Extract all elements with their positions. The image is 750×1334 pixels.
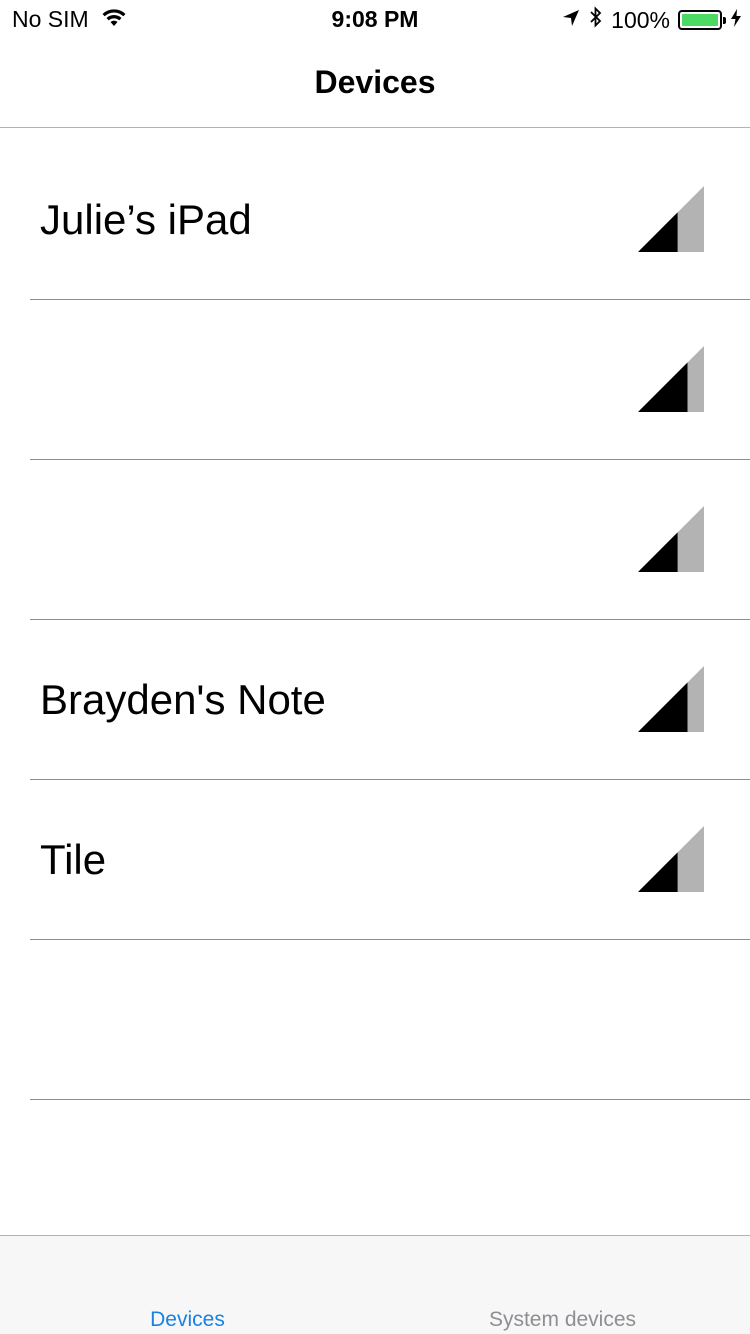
device-row[interactable]: Julie’s iPad xyxy=(0,140,750,300)
signal-strength-icon xyxy=(638,506,704,572)
battery-percent: 100% xyxy=(611,6,670,33)
signal-filled-portion xyxy=(638,212,678,252)
device-row[interactable] xyxy=(0,460,750,620)
location-arrow-icon xyxy=(561,7,581,34)
signal-strength-icon xyxy=(638,666,704,732)
battery-nub xyxy=(723,17,726,24)
device-row[interactable] xyxy=(0,940,750,1100)
device-list: Julie’s iPad Brayden's Note Tile xyxy=(0,140,750,1100)
page-title: Devices xyxy=(314,64,436,100)
tab-bar: Devices System devices xyxy=(0,1235,750,1334)
signal-filled-portion xyxy=(638,532,678,572)
device-name: Tile xyxy=(40,836,107,883)
device-name: Julie’s iPad xyxy=(40,196,252,243)
screen: No SIM 9:08 PM 100% Devices Julie’s iPad… xyxy=(0,0,750,1334)
charging-bolt-icon xyxy=(730,7,742,34)
signal-strength-icon xyxy=(638,826,704,892)
device-row[interactable] xyxy=(0,300,750,460)
device-name: Brayden's Note xyxy=(40,676,326,723)
signal-strength-icon xyxy=(638,346,704,412)
battery-icon xyxy=(678,10,726,30)
bluetooth-icon xyxy=(589,6,603,34)
battery-level-fill xyxy=(682,14,718,26)
tab-system-devices[interactable]: System devices xyxy=(375,1308,750,1332)
tab-devices[interactable]: Devices xyxy=(0,1308,375,1332)
signal-filled-portion xyxy=(638,362,688,412)
device-row[interactable]: Tile xyxy=(0,780,750,940)
navigation-bar: Devices xyxy=(0,40,750,128)
status-bar: No SIM 9:08 PM 100% xyxy=(0,0,750,40)
signal-filled-portion xyxy=(638,852,678,892)
status-right: 100% xyxy=(553,6,742,34)
signal-filled-portion xyxy=(638,682,688,732)
signal-strength-icon xyxy=(638,186,704,252)
device-row[interactable]: Brayden's Note xyxy=(0,620,750,780)
